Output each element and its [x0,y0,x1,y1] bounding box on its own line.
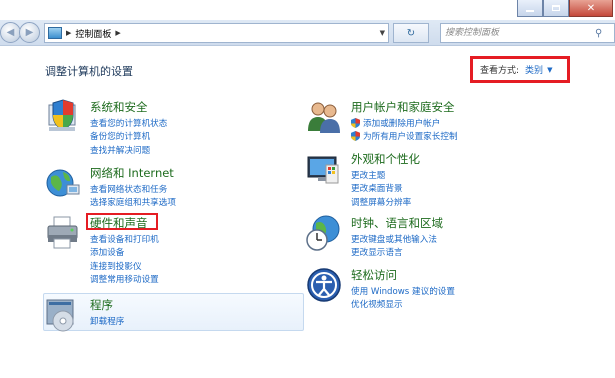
breadcrumb-control-panel[interactable]: 控制面板 [75,27,111,40]
back-button[interactable]: ◀ [0,22,21,43]
ease-of-access-icon [307,268,341,302]
view-by-label: 查看方式: [480,66,520,76]
view-by-value[interactable]: 类别 [525,63,543,76]
category-title-network-internet[interactable]: 网络和 Internet [90,165,174,181]
link-uninstall-program[interactable]: 卸载程序 [90,314,124,328]
close-button[interactable]: ✕ [569,0,613,17]
programs-category-hover [43,293,304,331]
users-icon [308,102,340,133]
category-title-hardware-sound[interactable]: 硬件和声音 [90,215,148,231]
uac-shield-icon [351,131,360,142]
refresh-button[interactable]: ↻ [393,23,429,43]
link-parental-controls[interactable]: 为所有用户设置家长控制 [351,130,458,144]
link-add-device[interactable]: 添加设备 [90,246,159,260]
category-title-user-accounts[interactable]: 用户帐户和家庭安全 [351,99,455,115]
link-change-theme[interactable]: 更改主题 [351,168,411,182]
link-network-status[interactable]: 查看网络状态和任务 [90,182,176,196]
link-devices-printers[interactable]: 查看设备和打印机 [90,232,159,246]
link-change-desktop-background[interactable]: 更改桌面背景 [351,182,411,196]
category-title-ease-of-access[interactable]: 轻松访问 [351,267,397,283]
category-title-programs[interactable]: 程序 [90,297,113,313]
chevron-down-icon[interactable]: ▼ [547,66,552,74]
forward-arrow-icon: ▶ [25,27,34,38]
clock-globe-icon [306,215,340,251]
category-title-clock-language-region[interactable]: 时钟、语言和区域 [351,215,443,231]
link-recommended-settings[interactable]: 使用 Windows 建议的设置 [351,284,455,298]
link-add-remove-accounts[interactable]: 添加或删除用户帐户 [351,116,458,130]
category-title-appearance[interactable]: 外观和个性化 [351,151,420,167]
minimize-icon [526,9,534,12]
link-add-remove-accounts-label[interactable]: 添加或删除用户帐户 [363,117,440,129]
link-connect-projector[interactable]: 连接到投影仪 [90,259,159,273]
view-by-selector[interactable]: 查看方式: 类别 ▼ [470,56,570,83]
link-change-display-language[interactable]: 更改显示语言 [351,246,437,260]
breadcrumb-separator-icon[interactable]: ▶ [66,29,71,37]
maximize-icon [552,5,560,11]
link-optimize-visual-display[interactable]: 优化视频显示 [351,298,455,312]
printer-icon [47,216,78,249]
network-globe-icon [46,169,80,197]
link-homegroup-sharing[interactable]: 选择家庭组和共享选项 [90,196,176,210]
category-title-system-security[interactable]: 系统和安全 [90,99,148,115]
forward-button[interactable]: ▶ [19,22,40,43]
uac-shield-icon [351,117,360,128]
shield-computer-icon [48,99,76,131]
monitor-paint-icon [307,156,339,184]
link-mobility-settings[interactable]: 调整常用移动设置 [90,273,159,287]
minimize-button[interactable] [517,0,543,17]
search-box[interactable]: ⚲ [440,23,615,43]
programs-icon [46,299,74,332]
link-adjust-resolution[interactable]: 调整屏幕分辨率 [351,195,411,209]
link-parental-controls-label[interactable]: 为所有用户设置家长控制 [363,130,458,142]
close-icon: ✕ [586,2,596,14]
search-input[interactable] [445,25,595,41]
address-dropdown-icon[interactable]: ▼ [380,29,385,37]
control-panel-window: ✕ ◀ ▶ ▶ 控制面板 ▶ ▼ ↻ ⚲ 调整计算机的设置 查看方式: 类别 ▼ [0,0,615,378]
address-bar[interactable]: ▶ 控制面板 ▶ ▼ [44,23,389,43]
breadcrumb-chevron-icon[interactable]: ▶ [115,29,120,37]
refresh-icon: ↻ [406,27,416,39]
maximize-button[interactable] [543,0,569,17]
link-troubleshoot[interactable]: 查找并解决问题 [90,143,167,157]
search-icon[interactable]: ⚲ [595,28,602,39]
control-panel-icon [48,27,62,39]
back-arrow-icon: ◀ [6,27,15,38]
page-title: 调整计算机的设置 [45,65,133,78]
link-backup-computer[interactable]: 备份您的计算机 [90,130,167,144]
link-view-computer-status[interactable]: 查看您的计算机状态 [90,116,167,130]
link-change-input-method[interactable]: 更改键盘或其他输入法 [351,232,437,246]
caption-buttons: ✕ [517,0,613,17]
navigation-bar: ◀ ▶ ▶ 控制面板 ▶ ▼ ↻ ⚲ [0,20,615,46]
